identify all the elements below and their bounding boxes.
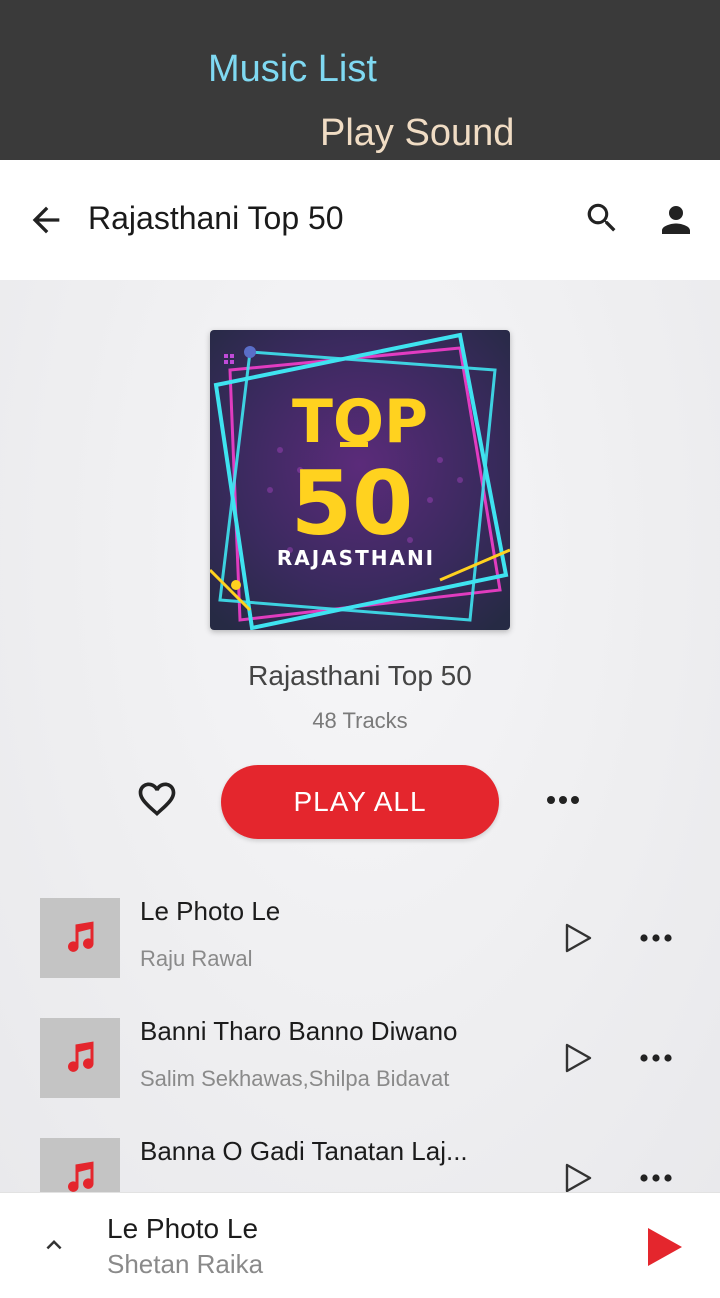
play-outline-icon: [565, 923, 592, 953]
track-thumbnail: [40, 1018, 120, 1098]
favorite-button[interactable]: [134, 776, 180, 822]
more-horizontal-icon: [547, 796, 579, 804]
now-playing-title: Le Photo Le: [107, 1213, 259, 1244]
music-note-icon: [68, 1161, 94, 1192]
track-play-button[interactable]: [556, 1156, 600, 1192]
expand-player-button[interactable]: [32, 1223, 76, 1267]
tab-play-sound[interactable]: Play Sound: [320, 112, 514, 155]
chevron-up-icon: [46, 1240, 62, 1250]
search-button[interactable]: [580, 196, 624, 240]
track-artist: Salim Sekhawas,Shilpa Bidavat: [140, 1066, 450, 1091]
album-more-button[interactable]: [540, 780, 586, 820]
now-playing-artist: Shetan Raika: [107, 1249, 264, 1279]
track-thumbnail: [40, 898, 120, 978]
app-header: Rajasthani Top 50: [0, 160, 720, 280]
play-outline-icon: [565, 1163, 592, 1192]
top-tab-bar: Music List Play Sound: [0, 0, 720, 160]
more-horizontal-icon: [640, 934, 672, 942]
track-play-button[interactable]: [556, 1036, 600, 1080]
person-icon: [662, 206, 690, 234]
track-more-button[interactable]: [634, 1038, 678, 1078]
music-note-icon: [68, 1041, 94, 1072]
search-icon: [587, 203, 616, 232]
play-icon: [648, 1228, 682, 1266]
track-more-button[interactable]: [634, 918, 678, 958]
player-play-button[interactable]: [640, 1223, 688, 1271]
track-artist: Raju Rawal: [140, 946, 253, 971]
track-count: 48 Tracks: [312, 708, 408, 733]
profile-button[interactable]: [654, 198, 698, 242]
track-play-button[interactable]: [556, 916, 600, 960]
track-title: Banni Tharo Banno Diwano: [140, 1016, 458, 1046]
track-row[interactable]: Le Photo Le Raju Rawal: [0, 880, 720, 1000]
heart-icon: [138, 782, 176, 817]
play-outline-icon: [565, 1043, 592, 1073]
mini-player[interactable]: Le Photo Le Shetan Raika: [0, 1192, 720, 1298]
track-more-button[interactable]: [634, 1158, 678, 1192]
cover-text-50: 50: [291, 452, 413, 555]
track-title: Le Photo Le: [140, 896, 281, 926]
track-title: Banna O Gadi Tanatan Laj...: [140, 1136, 468, 1166]
track-row[interactable]: Banni Tharo Banno Diwano Salim Sekhawas,…: [0, 1000, 720, 1120]
more-horizontal-icon: [640, 1174, 672, 1182]
arrow-back-icon: [32, 206, 60, 234]
album-cover: TOP 50 RAJASTHANI: [210, 330, 510, 630]
tab-music-list[interactable]: Music List: [208, 48, 377, 91]
play-all-button[interactable]: PLAY ALL: [221, 765, 499, 839]
track-thumbnail: [40, 1138, 120, 1192]
album-title: Rajasthani Top 50: [248, 660, 472, 691]
more-horizontal-icon: [640, 1054, 672, 1062]
track-row[interactable]: Banna O Gadi Tanatan Laj...: [0, 1120, 720, 1192]
music-note-icon: [68, 921, 94, 952]
playlist-content: TOP 50 RAJASTHANI Rajasthani Top 50 48 T…: [0, 280, 720, 1192]
back-button[interactable]: [24, 198, 68, 242]
cover-text-rajasthani: RAJASTHANI: [277, 546, 435, 570]
page-title: Rajasthani Top 50: [88, 200, 344, 236]
